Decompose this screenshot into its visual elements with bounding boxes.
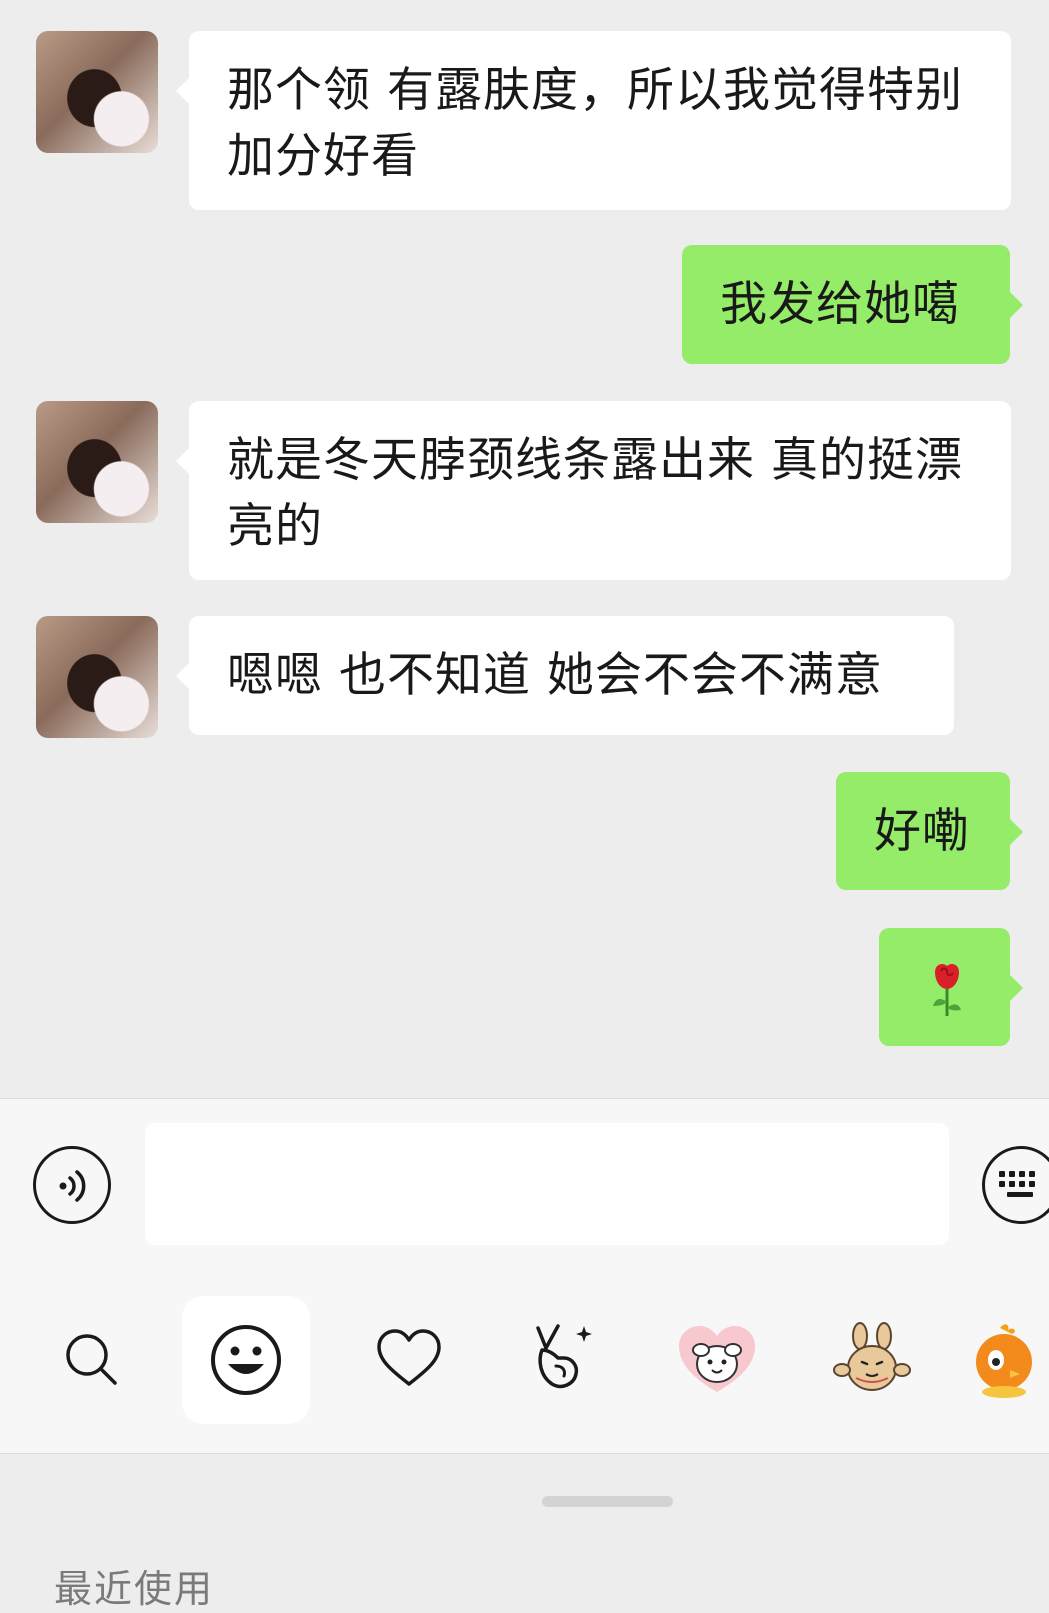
white-puppy-sticker (679, 1326, 755, 1392)
tab-gestures[interactable] (500, 1296, 628, 1424)
emoji-tab-bar (0, 1248, 1049, 1454)
chat-area: 那个领 有露肤度，所以我觉得特别加分好看 我发给她噶 就是冬天脖颈线条露出来 真… (0, 0, 1049, 1098)
contact-avatar[interactable] (36, 31, 158, 153)
message-text: 我发给她噶 (720, 277, 960, 332)
tab-sticker-bunny[interactable] (808, 1296, 936, 1424)
message-bubble-received[interactable]: 嗯嗯 也不知道 她会不会不满意 (176, 616, 954, 735)
keyboard-icon (999, 1171, 1035, 1197)
message-bubble-received[interactable]: 就是冬天脖颈线条露出来 真的挺漂亮的 (176, 401, 1011, 580)
tab-emoji[interactable] (182, 1296, 310, 1424)
rose-emoji (933, 964, 961, 1016)
panel-drag-handle[interactable] (542, 1496, 673, 1507)
victory-hand-icon (536, 1324, 592, 1389)
recent-section-label: 最近使用 (54, 1567, 215, 1611)
message-text: 好嘞 (874, 804, 970, 859)
input-bar (0, 1098, 1049, 1249)
orange-chick-sticker (976, 1324, 1032, 1398)
tab-search[interactable] (28, 1296, 156, 1424)
message-bubble-sent[interactable]: 我发给她噶 (682, 245, 1023, 364)
contact-avatar[interactable] (36, 401, 158, 523)
heart-icon (377, 1329, 441, 1386)
keyboard-toggle-button[interactable] (982, 1146, 1049, 1224)
message-bubble-sent[interactable]: 好嘞 (836, 772, 1023, 890)
bunny-sticker (833, 1322, 911, 1391)
contact-avatar[interactable] (36, 616, 158, 738)
tab-sticker-puppy[interactable] (653, 1296, 781, 1424)
message-bubble-received[interactable]: 那个领 有露肤度，所以我觉得特别加分好看 (176, 31, 1011, 210)
tab-sticker-chick[interactable] (960, 1296, 1049, 1424)
voice-input-button[interactable] (33, 1146, 111, 1224)
message-text: 那个领 有露肤度，所以我觉得特别加分好看 (227, 63, 963, 184)
search-icon (66, 1334, 117, 1385)
message-text: 嗯嗯 也不知道 她会不会不满意 (227, 648, 883, 703)
message-bubble-sent[interactable] (879, 928, 1023, 1046)
tab-favorites[interactable] (345, 1296, 473, 1424)
voice-icon (59, 1170, 86, 1202)
message-input[interactable] (145, 1123, 949, 1245)
smiley-icon (211, 1325, 281, 1395)
emoji-panel: 最近使用 (0, 1454, 1049, 1611)
message-text: 就是冬天脖颈线条露出来 真的挺漂亮的 (227, 433, 963, 554)
